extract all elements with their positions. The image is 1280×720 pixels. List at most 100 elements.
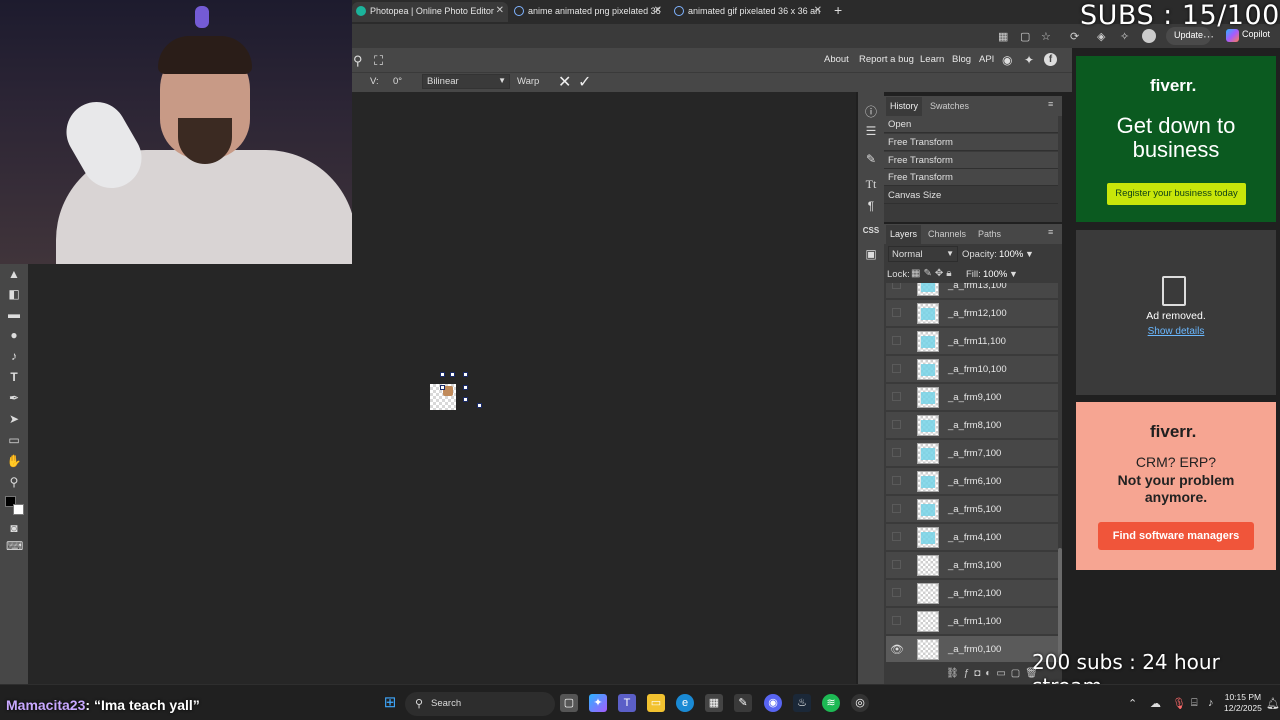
tab-channels[interactable]: Channels [928, 229, 966, 239]
layer-row[interactable]: _a_frm2,100 [886, 580, 1058, 607]
close-icon[interactable]: ✕ [496, 5, 504, 16]
layer-row[interactable]: _a_frm11,100 [886, 328, 1058, 355]
layer-row[interactable]: _a_frm5,100 [886, 496, 1058, 523]
transform-handle[interactable] [463, 372, 468, 377]
dodge-tool-icon[interactable]: ♪ [6, 348, 22, 364]
menu-about[interactable]: About [824, 54, 849, 65]
visibility-toggle[interactable] [892, 504, 901, 513]
tab-layers[interactable]: Layers [886, 225, 922, 244]
chevron-up-icon[interactable]: ⌃ [1128, 697, 1137, 710]
volume-icon[interactable]: ♪ [1208, 697, 1214, 709]
css-icon[interactable]: CSS [860, 226, 882, 242]
advertisement-fiverr-1[interactable]: fiverr. Get down to business Register yo… [1076, 56, 1276, 222]
zoom-tool-icon[interactable]: ⚲ [6, 474, 22, 490]
layer-row[interactable]: _a_frm10,100 [886, 356, 1058, 383]
layer-row[interactable]: _a_frm6,100 [886, 468, 1058, 495]
layer-row[interactable]: _a_frm1,100 [886, 608, 1058, 635]
layer-row[interactable]: _a_frm3,100 [886, 552, 1058, 579]
copilot-app-icon[interactable]: ✦ [589, 694, 607, 712]
notification-bell-icon[interactable]: 🔔︎ [1266, 697, 1280, 710]
chevron-down-icon[interactable]: ▼ [1009, 269, 1018, 279]
layer-row[interactable]: _a_frm9,100 [886, 384, 1058, 411]
cloud-icon[interactable]: ☁ [1150, 697, 1161, 710]
panel-menu-icon[interactable]: ≡ [1048, 99, 1053, 109]
blur-tool-icon[interactable]: ● [6, 327, 22, 343]
cancel-transform-icon[interactable]: ✕ [558, 72, 571, 92]
ad-cta-button[interactable]: Find software managers [1098, 522, 1254, 550]
visibility-toggle[interactable] [892, 283, 901, 289]
discord-icon[interactable]: ◉ [764, 694, 782, 712]
shield-icon[interactable]: ◈ [1097, 30, 1105, 43]
transform-handle[interactable] [463, 397, 468, 402]
collections-icon[interactable]: ✧ [1120, 30, 1129, 43]
interpolation-select[interactable]: Bilinear ▼ [422, 74, 510, 89]
visibility-toggle[interactable] [892, 476, 901, 485]
show-details-link[interactable]: Show details [1076, 326, 1276, 337]
transform-handle[interactable] [477, 403, 482, 408]
layer-actions-icons[interactable]: ⛓ƒ◘◐▭▢🗑︎ [946, 668, 1043, 679]
fullscreen-icon[interactable]: ⛶ [374, 53, 383, 69]
pen-tool-icon[interactable]: ✒ [6, 390, 22, 406]
layer-row[interactable]: _a_frm4,100 [886, 524, 1058, 551]
menu-report-bug[interactable]: Report a bug [859, 54, 914, 65]
store-icon[interactable]: ▦ [705, 694, 723, 712]
obs-icon[interactable]: ◎ [851, 694, 869, 712]
visibility-toggle[interactable] [892, 532, 901, 541]
visibility-toggle[interactable] [892, 336, 901, 345]
extensions-icon[interactable]: ▦ [998, 30, 1008, 43]
info-icon[interactable]: ⓘ [863, 103, 879, 119]
task-view-icon[interactable]: ▢ [560, 694, 578, 712]
visibility-toggle[interactable] [892, 420, 901, 429]
history-item[interactable]: Free Transform [884, 134, 1058, 151]
opacity-input[interactable]: 100% [999, 249, 1023, 260]
fill-input[interactable]: 100% [983, 269, 1007, 280]
microphone-icon[interactable]: 🎙︎ [1172, 697, 1186, 710]
tab-search-animated-gif[interactable]: animated gif pixelated 36 x 36 an ✕ [670, 2, 826, 22]
tab-photopea[interactable]: Photopea | Online Photo Editor ✕ [352, 2, 508, 22]
history-item[interactable]: Canvas Size [884, 187, 1058, 204]
stamp-tool-icon[interactable]: ▲ [6, 266, 22, 282]
transform-handle[interactable] [440, 372, 445, 377]
file-explorer-icon[interactable]: ▭ [647, 694, 665, 712]
history-item[interactable]: Free Transform [884, 152, 1058, 169]
lock-options-icons[interactable]: ▦✎✥🔒︎ [911, 268, 955, 279]
search-icon[interactable]: ⚲ [353, 53, 363, 69]
blend-mode-select[interactable]: Normal ▼ [888, 246, 958, 262]
tab-history[interactable]: History [886, 97, 923, 116]
background-color-swatch[interactable] [13, 504, 24, 515]
image-icon[interactable]: ▣ [863, 247, 879, 263]
transform-handle[interactable] [450, 372, 455, 377]
network-icon[interactable]: ⌸ [1191, 697, 1198, 710]
steam-icon[interactable]: ♨ [793, 694, 811, 712]
visibility-toggle[interactable] [892, 560, 901, 569]
advertisement-fiverr-2[interactable]: fiverr. CRM? ERP? Not your problem anymo… [1076, 402, 1276, 570]
character-icon[interactable]: Tt [863, 177, 879, 193]
refresh-icon[interactable]: ⟳ [1070, 30, 1079, 43]
history-item[interactable]: Free Transform [884, 169, 1058, 186]
teams-icon[interactable]: T [618, 694, 636, 712]
quick-mask-icon[interactable]: ◙ [6, 520, 22, 536]
close-icon[interactable]: ✕ [654, 5, 662, 16]
transform-handle[interactable] [440, 385, 445, 390]
more-menu-icon[interactable]: ⋯ [1203, 30, 1214, 43]
taskbar-clock[interactable]: 10:15 PM 12/2/2025 [1224, 692, 1262, 714]
visibility-toggle[interactable] [892, 392, 901, 401]
skew-v-input[interactable]: 0° [393, 76, 402, 87]
panel-menu-icon[interactable]: ≡ [1048, 227, 1053, 237]
commit-transform-icon[interactable]: ✓ [578, 72, 591, 92]
visibility-toggle[interactable] [892, 616, 901, 625]
keyboard-icon[interactable]: ⌨ [6, 538, 23, 554]
windows-start-icon[interactable]: ⊞ [381, 694, 399, 712]
warp-button[interactable]: Warp [517, 76, 539, 87]
facebook-icon[interactable]: f [1044, 53, 1057, 66]
eraser-tool-icon[interactable]: ◧ [6, 286, 22, 302]
menu-blog[interactable]: Blog [952, 54, 971, 65]
layer-row[interactable]: _a_frm8,100 [886, 412, 1058, 439]
paragraph-icon[interactable]: ¶ [863, 199, 879, 215]
menu-learn[interactable]: Learn [920, 54, 944, 65]
tab-search-anime-png[interactable]: anime animated png pixelated 36 ✕ [510, 2, 666, 22]
transform-handle[interactable] [463, 385, 468, 390]
ad-cta-button[interactable]: Register your business today [1107, 183, 1246, 205]
favorite-star-icon[interactable]: ☆ [1041, 30, 1051, 43]
visibility-toggle[interactable] [892, 588, 901, 597]
